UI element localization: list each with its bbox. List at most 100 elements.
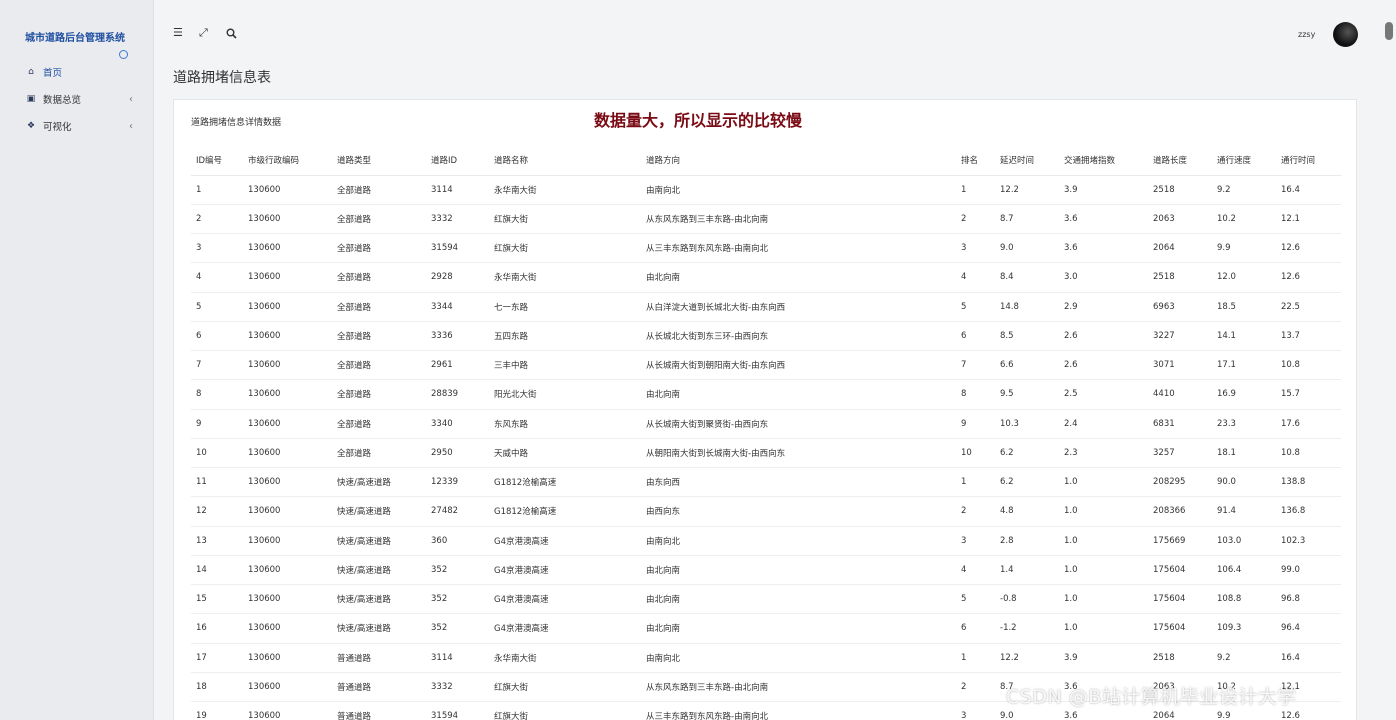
table-cell: 从东风东路到三丰东路-由北向南 [641, 672, 956, 703]
table-row[interactable]: 1 130600 全部道路 3114 永华南大街 由南向北 1 12.2 3.9 2518 9.2 1… [191, 175, 1341, 205]
table-cell: 8 [191, 379, 243, 410]
table-cell: 快速/高速道路 [332, 555, 426, 586]
sidebar-item-visualization[interactable]: ❖ 可视化 ‹ [25, 118, 133, 134]
table-cell: 14 [191, 555, 243, 586]
sidebar-item-home[interactable]: ⌂ 首页 [25, 64, 133, 80]
table-cell: 103.0 [1212, 526, 1276, 556]
table-cell: 360 [426, 526, 489, 556]
table-cell: 7 [191, 350, 243, 381]
table-cell: 由南向北 [641, 526, 956, 556]
table-cell: 红旗大街 [489, 701, 641, 720]
table-cell: 18 [191, 672, 243, 703]
table-cell: 3.9 [1059, 643, 1148, 673]
table-row[interactable]: 8 130600 全部道路 28839 阳光北大街 由北向南 8 9.5 2.5 4410 16.9… [191, 379, 1341, 410]
table-cell: 27482 [426, 496, 489, 527]
table-cell: 10.8 [1276, 350, 1341, 381]
table-cell: 17 [191, 643, 243, 673]
table-cell: 3227 [1148, 321, 1212, 352]
table-cell: 2063 [1148, 204, 1212, 235]
table-cell: 4.8 [995, 496, 1059, 527]
table-cell: 由北向南 [641, 584, 956, 615]
table-cell: 136.8 [1276, 496, 1341, 527]
table-row[interactable]: 17 130600 普通道路 3114 永华南大街 由南向北 1 12.2 3.9 2518 9.2… [191, 643, 1341, 673]
sidebar-item-data-overview[interactable]: ▣ 数据总览 ‹ [25, 91, 133, 107]
table-row[interactable]: 10 130600 全部道路 2950 天威中路 从朝阳南大街到长城南大街-由西向东 10 6… [191, 438, 1341, 469]
menu-toggle-icon[interactable]: ☰ [173, 26, 183, 39]
table-cell: 全部道路 [332, 379, 426, 410]
column-header: ID编号 [191, 145, 243, 176]
page-title: 道路拥堵信息表 [173, 70, 271, 86]
table-cell: 2064 [1148, 233, 1212, 264]
table-row[interactable]: 9 130600 全部道路 3340 东风东路 从长城南大街到聚贤街-由西向东 9 10.3 2… [191, 409, 1341, 439]
table-row[interactable]: 3 130600 全部道路 31594 红旗大街 从三丰东路到东风东路-由南向北 3 9.0 3… [191, 233, 1341, 264]
table-cell: 全部道路 [332, 438, 426, 469]
table-cell: 全部道路 [332, 292, 426, 322]
column-header: 市级行政编码 [243, 145, 332, 176]
table-row[interactable]: 16 130600 快速/高速道路 352 G4京港澳高速 由北向南 6 -1.2 1.0 175… [191, 613, 1341, 644]
table-cell: 12.6 [1276, 262, 1341, 293]
app-logo[interactable]: 城市道路后台管理系统 [25, 29, 125, 44]
column-header: 道路ID [426, 145, 489, 176]
table-cell: 由西向东 [641, 496, 956, 527]
table-cell: 快速/高速道路 [332, 584, 426, 615]
table-cell: 130600 [243, 496, 332, 527]
table-cell: -1.2 [995, 613, 1059, 644]
table-cell: 108.8 [1212, 584, 1276, 615]
table-row[interactable]: 11 130600 快速/高速道路 12339 G1812沧榆高速 由东向西 1 6.2 1.0… [191, 467, 1341, 498]
table-cell: 130600 [243, 409, 332, 439]
sidebar: 城市道路后台管理系统 ⌂ 首页 ▣ 数据总览 ‹ ❖ 可视化 ‹ [0, 0, 154, 720]
table-cell: 9 [191, 409, 243, 439]
table-cell: 全部道路 [332, 262, 426, 293]
table-cell: 6 [191, 321, 243, 352]
user-name[interactable]: zzsy [1298, 30, 1315, 39]
table-cell: 全部道路 [332, 321, 426, 352]
table-cell: G4京港澳高速 [489, 526, 641, 556]
table-cell: 102.3 [1276, 526, 1341, 556]
table-cell: 130600 [243, 643, 332, 673]
table-cell: 1 [956, 643, 995, 673]
table-cell: 从东风东路到三丰东路-由北向南 [641, 204, 956, 235]
table-cell: 6.2 [995, 467, 1059, 498]
table-cell: 从长城南大街到聚贤街-由西向东 [641, 409, 956, 439]
table-cell: 6 [956, 321, 995, 352]
table-cell: 永华南大街 [489, 262, 641, 293]
table-cell: 17.6 [1276, 409, 1341, 439]
table-row[interactable]: 15 130600 快速/高速道路 352 G4京港澳高速 由北向南 5 -0.8 1.0 175… [191, 584, 1341, 615]
table-cell: 2.9 [1059, 292, 1148, 322]
table-cell: 从朝阳南大街到长城南大街-由西向东 [641, 438, 956, 469]
table-row[interactable]: 2 130600 全部道路 3332 红旗大街 从东风东路到三丰东路-由北向南 2 8.7 3.… [191, 204, 1341, 235]
table-row[interactable]: 13 130600 快速/高速道路 360 G4京港澳高速 由南向北 3 2.8 1.0 1756… [191, 526, 1341, 556]
table-row[interactable]: 7 130600 全部道路 2961 三丰中路 从长城南大街到朝阳南大街-由东向西 7 6.6… [191, 350, 1341, 381]
table-row[interactable]: 12 130600 快速/高速道路 27482 G1812沧榆高速 由西向东 2 4.8 1.0… [191, 496, 1341, 527]
table-cell: 5 [956, 584, 995, 615]
table-cell: 12.6 [1276, 233, 1341, 264]
column-header: 交通拥堵指数 [1059, 145, 1148, 176]
table-cell: 175604 [1148, 584, 1212, 615]
table-cell: 1 [956, 175, 995, 205]
page-scrollbar[interactable] [1385, 22, 1393, 40]
table-cell: 1.0 [1059, 467, 1148, 498]
table-cell: 106.4 [1212, 555, 1276, 586]
table-cell: 9.9 [1212, 233, 1276, 264]
table-row[interactable]: 14 130600 快速/高速道路 352 G4京港澳高速 由北向南 4 1.4 1.0 1756… [191, 555, 1341, 586]
table-cell: 14.1 [1212, 321, 1276, 352]
search-icon[interactable] [226, 28, 237, 39]
table-cell: 352 [426, 555, 489, 586]
table-cell: 11 [191, 467, 243, 498]
table-cell: 3 [956, 701, 995, 720]
table-cell: 352 [426, 584, 489, 615]
table-cell: 8.4 [995, 262, 1059, 293]
avatar[interactable] [1333, 22, 1358, 47]
table-row[interactable]: 5 130600 全部道路 3344 七一东路 从白洋淀大道到长城北大街-由东向西 5 14.… [191, 292, 1341, 322]
table-row[interactable]: 6 130600 全部道路 3336 五四东路 从长城北大街到东三环-由西向东 6 8.5 2.… [191, 321, 1341, 352]
chevron-left-icon: ‹ [129, 93, 133, 105]
monitor-icon: ▣ [26, 94, 36, 104]
table-cell: 东风东路 [489, 409, 641, 439]
table-cell: 10.8 [1276, 438, 1341, 469]
table-cell: 16.4 [1276, 175, 1341, 205]
fullscreen-icon[interactable]: ⤢ [199, 26, 208, 40]
data-card: 道路拥堵信息详情数据 数据量大，所以显示的比较慢 ID编号 市级行政编码 道路类型道… [173, 99, 1357, 720]
table-cell: 2.5 [1059, 379, 1148, 410]
table-cell: -0.8 [995, 584, 1059, 615]
table-row[interactable]: 4 130600 全部道路 2928 永华南大街 由北向南 4 8.4 3.0 2518 12.0 1… [191, 262, 1341, 293]
